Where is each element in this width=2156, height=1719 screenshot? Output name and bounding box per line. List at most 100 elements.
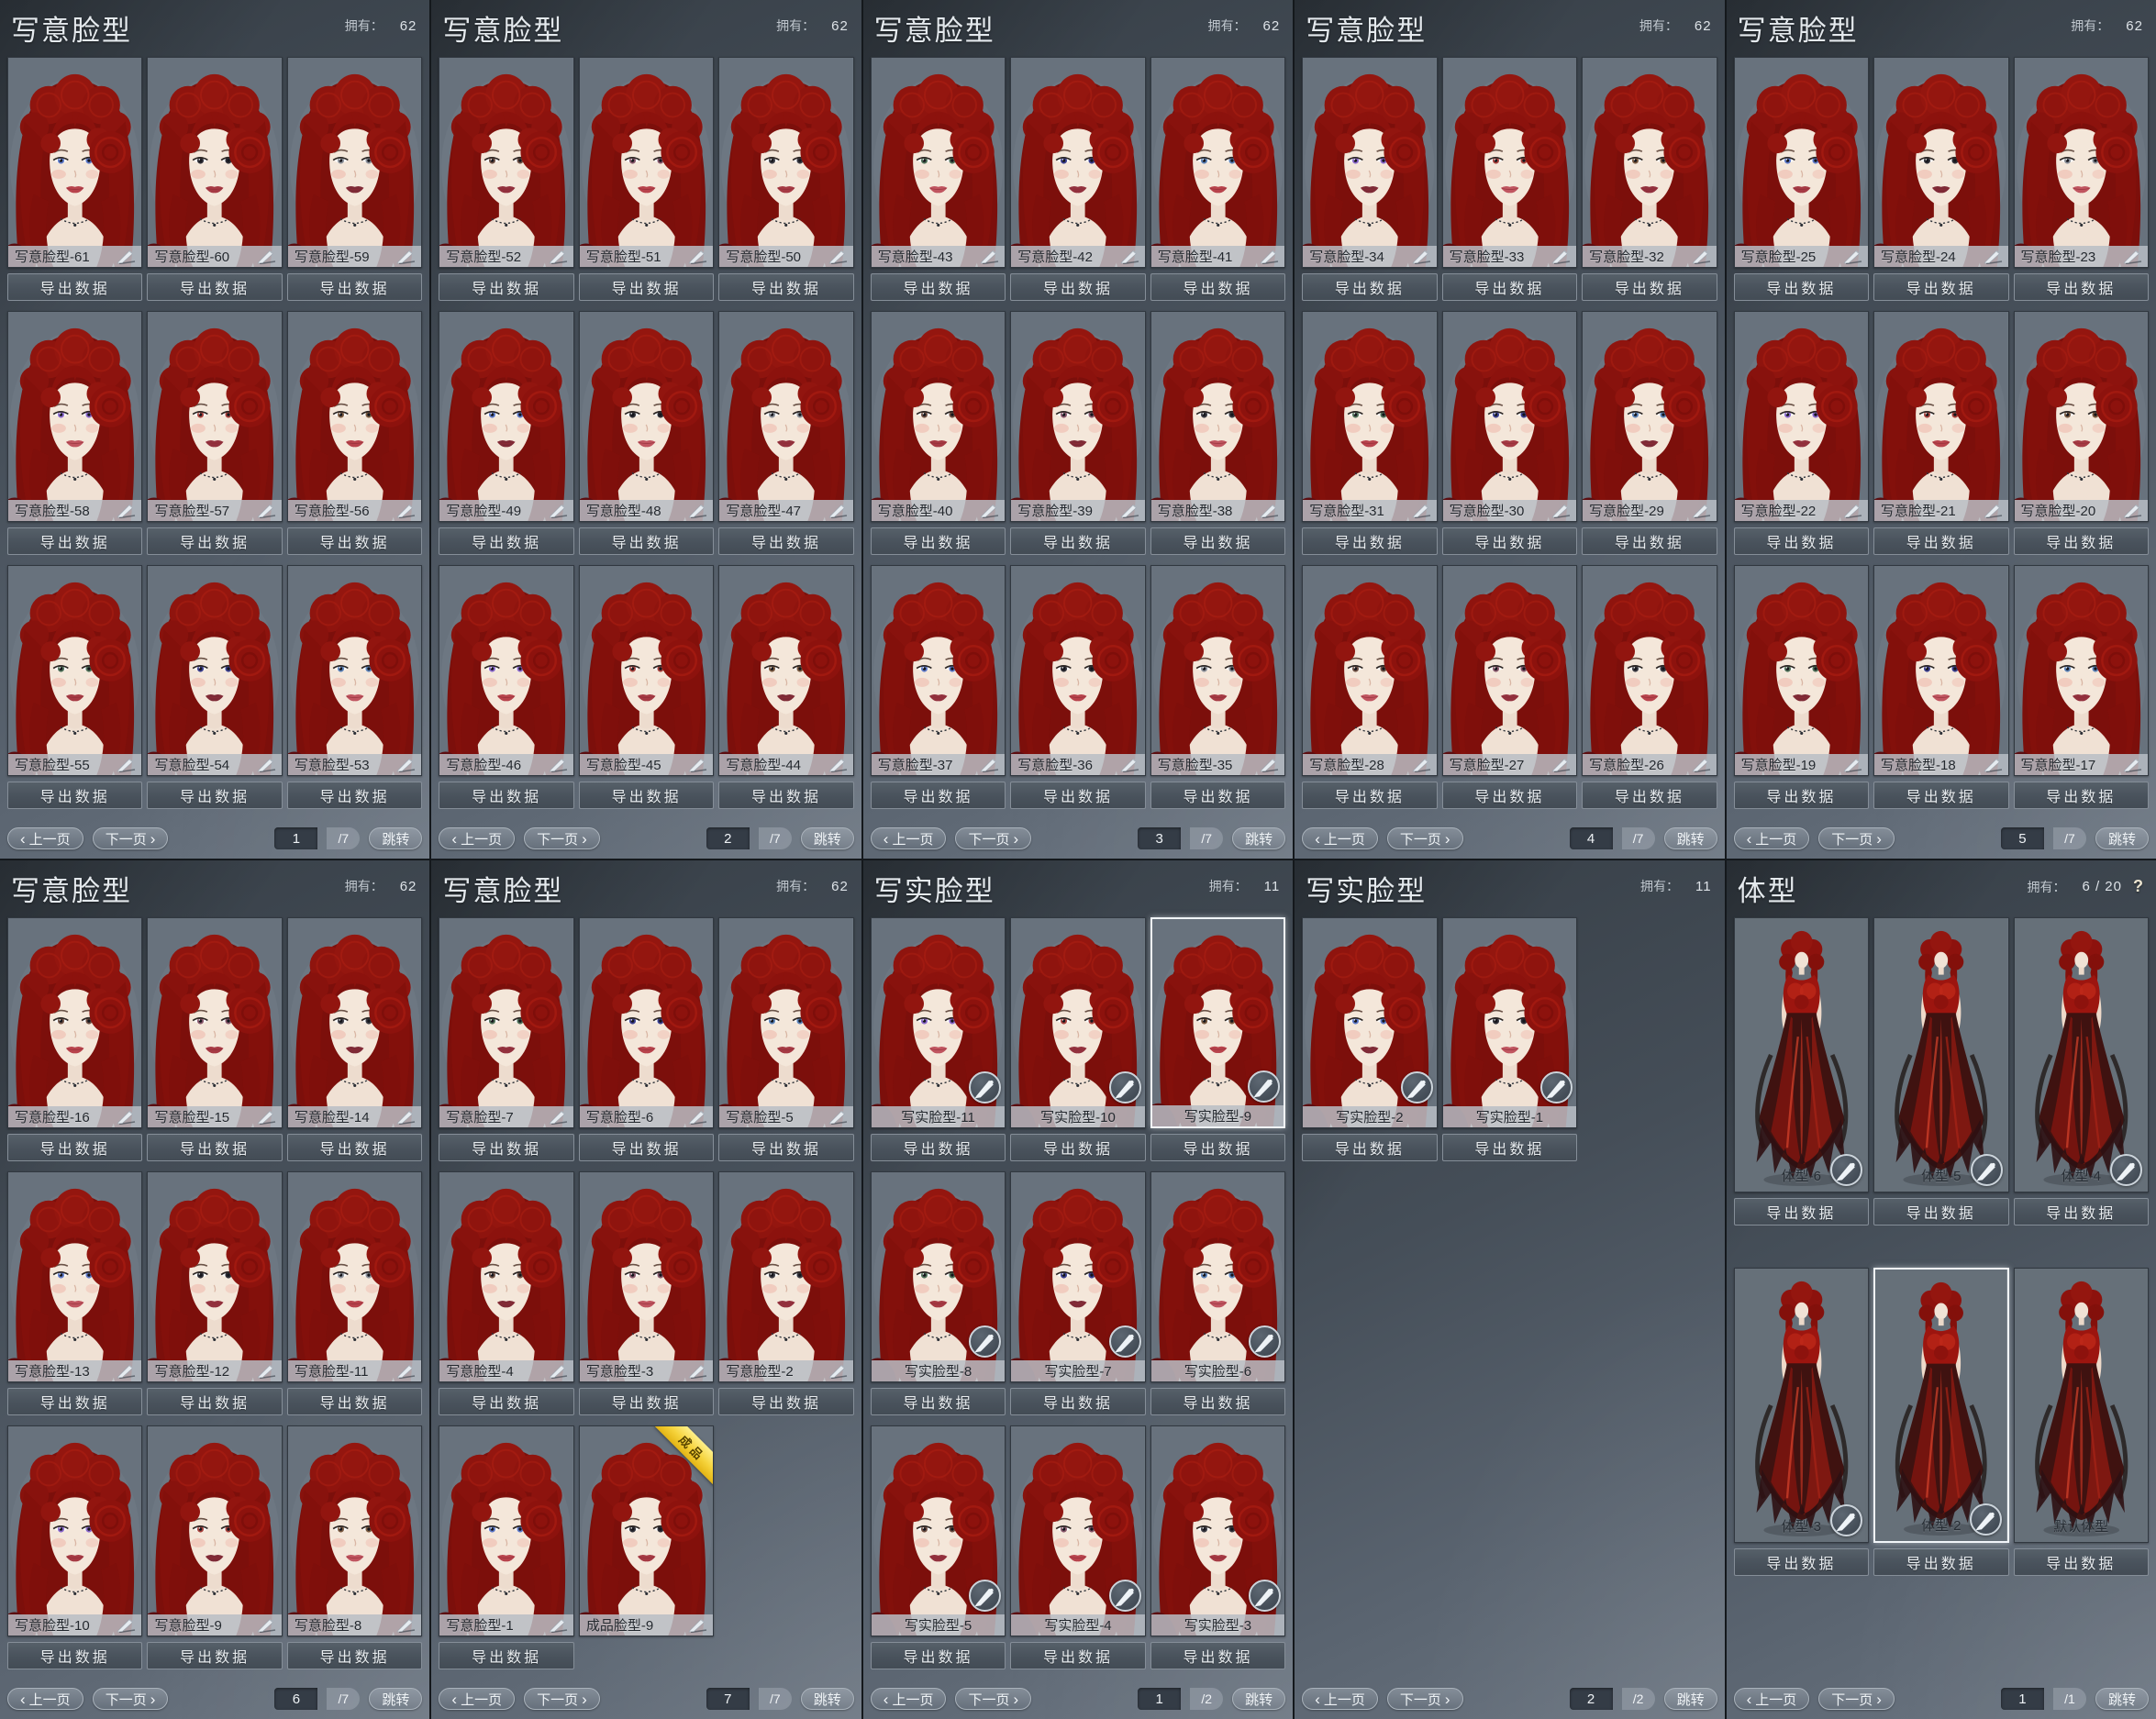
export-data-button[interactable]: 导出数据 xyxy=(871,527,1006,555)
export-data-button[interactable]: 导出数据 xyxy=(1442,1134,1577,1161)
face-card[interactable]: 写意脸型-8 xyxy=(287,1425,422,1636)
face-card[interactable]: 写实脸型-7 xyxy=(1010,1171,1145,1382)
face-card[interactable]: 写意脸型-3 xyxy=(579,1171,714,1382)
face-card[interactable]: 写意脸型-53 xyxy=(287,565,422,776)
next-page-button[interactable]: 下一页› xyxy=(93,827,169,849)
export-data-button[interactable]: 导出数据 xyxy=(718,1134,853,1161)
export-data-button[interactable]: 导出数据 xyxy=(147,273,282,301)
face-card[interactable]: 写意脸型-54 xyxy=(147,565,282,776)
export-data-button[interactable]: 导出数据 xyxy=(718,782,853,809)
export-data-button[interactable]: 导出数据 xyxy=(287,782,422,809)
face-card[interactable]: 写意脸型-45 xyxy=(579,565,714,776)
export-data-button[interactable]: 导出数据 xyxy=(1150,782,1285,809)
face-card[interactable]: 写意脸型-47 xyxy=(718,311,853,522)
body-card[interactable]: 默认体型 xyxy=(2014,1268,2149,1543)
prev-page-button[interactable]: ‹上一页 xyxy=(871,1688,947,1710)
face-card[interactable]: 写意脸型-17 xyxy=(2014,565,2149,776)
export-data-button[interactable]: 导出数据 xyxy=(1010,1642,1145,1669)
export-data-button[interactable]: 导出数据 xyxy=(7,1134,142,1161)
face-card[interactable]: 写实脸型-2 xyxy=(1302,917,1437,1128)
face-card[interactable]: 写意脸型-12 xyxy=(147,1171,282,1382)
face-card[interactable]: 写意脸型-29 xyxy=(1582,311,1717,522)
face-card[interactable]: 写意脸型-21 xyxy=(1873,311,2008,522)
export-data-button[interactable]: 导出数据 xyxy=(1302,527,1437,555)
prev-page-button[interactable]: ‹上一页 xyxy=(1734,827,1810,849)
face-card[interactable]: 写意脸型-60 xyxy=(147,57,282,268)
export-data-button[interactable]: 导出数据 xyxy=(1734,1548,1869,1576)
face-card[interactable]: 写实脸型-4 xyxy=(1010,1425,1145,1636)
export-data-button[interactable]: 导出数据 xyxy=(1873,782,2008,809)
face-card[interactable]: 写意脸型-38 xyxy=(1150,311,1285,522)
export-data-button[interactable]: 导出数据 xyxy=(1010,1134,1145,1161)
face-card[interactable]: 写意脸型-49 xyxy=(439,311,573,522)
export-data-button[interactable]: 导出数据 xyxy=(1010,782,1145,809)
face-card[interactable]: 写意脸型-2 xyxy=(718,1171,853,1382)
face-card[interactable]: 写意脸型-27 xyxy=(1442,565,1577,776)
export-data-button[interactable]: 导出数据 xyxy=(1442,782,1577,809)
face-card[interactable]: 写意脸型-56 xyxy=(287,311,422,522)
export-data-button[interactable]: 导出数据 xyxy=(1010,527,1145,555)
export-data-button[interactable]: 导出数据 xyxy=(1010,1388,1145,1415)
face-card[interactable]: 写实脸型-3 xyxy=(1150,1425,1285,1636)
face-card[interactable]: 写意脸型-34 xyxy=(1302,57,1437,268)
export-data-button[interactable]: 导出数据 xyxy=(1734,1198,1869,1225)
page-number-input[interactable]: 3 xyxy=(1138,827,1181,849)
export-data-button[interactable]: 导出数据 xyxy=(287,273,422,301)
export-data-button[interactable]: 导出数据 xyxy=(2014,1548,2149,1576)
export-data-button[interactable]: 导出数据 xyxy=(1734,782,1869,809)
prev-page-button[interactable]: ‹上一页 xyxy=(7,1688,83,1710)
export-data-button[interactable]: 导出数据 xyxy=(1150,1642,1285,1669)
prev-page-button[interactable]: ‹上一页 xyxy=(1734,1688,1810,1710)
face-card[interactable]: 写意脸型-40 xyxy=(871,311,1006,522)
face-card[interactable]: 写意脸型-1 xyxy=(439,1425,573,1636)
body-card[interactable]: 体型-5 xyxy=(1873,917,2008,1192)
export-data-button[interactable]: 导出数据 xyxy=(7,1388,142,1415)
face-card[interactable]: 成品脸型-9成品 xyxy=(579,1425,714,1636)
face-card[interactable]: 写意脸型-14 xyxy=(287,917,422,1128)
export-data-button[interactable]: 导出数据 xyxy=(439,782,573,809)
export-data-button[interactable]: 导出数据 xyxy=(579,1134,714,1161)
face-card[interactable]: 写意脸型-30 xyxy=(1442,311,1577,522)
export-data-button[interactable]: 导出数据 xyxy=(7,782,142,809)
jump-button[interactable]: 跳转 xyxy=(2095,827,2149,849)
face-card[interactable]: 写实脸型-6 xyxy=(1150,1171,1285,1382)
export-data-button[interactable]: 导出数据 xyxy=(7,273,142,301)
body-card[interactable]: 体型-4 xyxy=(2014,917,2149,1192)
next-page-button[interactable]: 下一页› xyxy=(1818,827,1895,849)
jump-button[interactable]: 跳转 xyxy=(1664,827,1717,849)
page-number-input[interactable]: 1 xyxy=(2001,1688,2044,1710)
face-card[interactable]: 写意脸型-6 xyxy=(579,917,714,1128)
face-card[interactable]: 写实脸型-10 xyxy=(1010,917,1145,1128)
prev-page-button[interactable]: ‹上一页 xyxy=(1302,1688,1378,1710)
export-data-button[interactable]: 导出数据 xyxy=(2014,273,2149,301)
export-data-button[interactable]: 导出数据 xyxy=(579,273,714,301)
face-card[interactable]: 写意脸型-28 xyxy=(1302,565,1437,776)
next-page-button[interactable]: 下一页› xyxy=(1818,1688,1895,1710)
face-card[interactable]: 写意脸型-48 xyxy=(579,311,714,522)
next-page-button[interactable]: 下一页› xyxy=(1387,1688,1463,1710)
export-data-button[interactable]: 导出数据 xyxy=(287,1134,422,1161)
jump-button[interactable]: 跳转 xyxy=(369,1688,422,1710)
export-data-button[interactable]: 导出数据 xyxy=(7,1642,142,1669)
export-data-button[interactable]: 导出数据 xyxy=(1734,273,1869,301)
face-card[interactable]: 写意脸型-13 xyxy=(7,1171,142,1382)
jump-button[interactable]: 跳转 xyxy=(1232,1688,1285,1710)
help-icon[interactable]: ? xyxy=(2133,877,2143,896)
jump-button[interactable]: 跳转 xyxy=(1232,827,1285,849)
face-card[interactable]: 写实脸型-5 xyxy=(871,1425,1006,1636)
export-data-button[interactable]: 导出数据 xyxy=(1150,1134,1285,1161)
export-data-button[interactable]: 导出数据 xyxy=(7,527,142,555)
export-data-button[interactable]: 导出数据 xyxy=(1873,273,2008,301)
export-data-button[interactable]: 导出数据 xyxy=(579,527,714,555)
jump-button[interactable]: 跳转 xyxy=(1664,1688,1717,1710)
export-data-button[interactable]: 导出数据 xyxy=(147,527,282,555)
face-card[interactable]: 写意脸型-23 xyxy=(2014,57,2149,268)
export-data-button[interactable]: 导出数据 xyxy=(1873,527,2008,555)
next-page-button[interactable]: 下一页› xyxy=(93,1688,169,1710)
face-card[interactable]: 写意脸型-58 xyxy=(7,311,142,522)
face-card[interactable]: 写意脸型-16 xyxy=(7,917,142,1128)
face-card[interactable]: 写意脸型-15 xyxy=(147,917,282,1128)
export-data-button[interactable]: 导出数据 xyxy=(1150,1388,1285,1415)
next-page-button[interactable]: 下一页› xyxy=(524,827,600,849)
face-card[interactable]: 写意脸型-18 xyxy=(1873,565,2008,776)
